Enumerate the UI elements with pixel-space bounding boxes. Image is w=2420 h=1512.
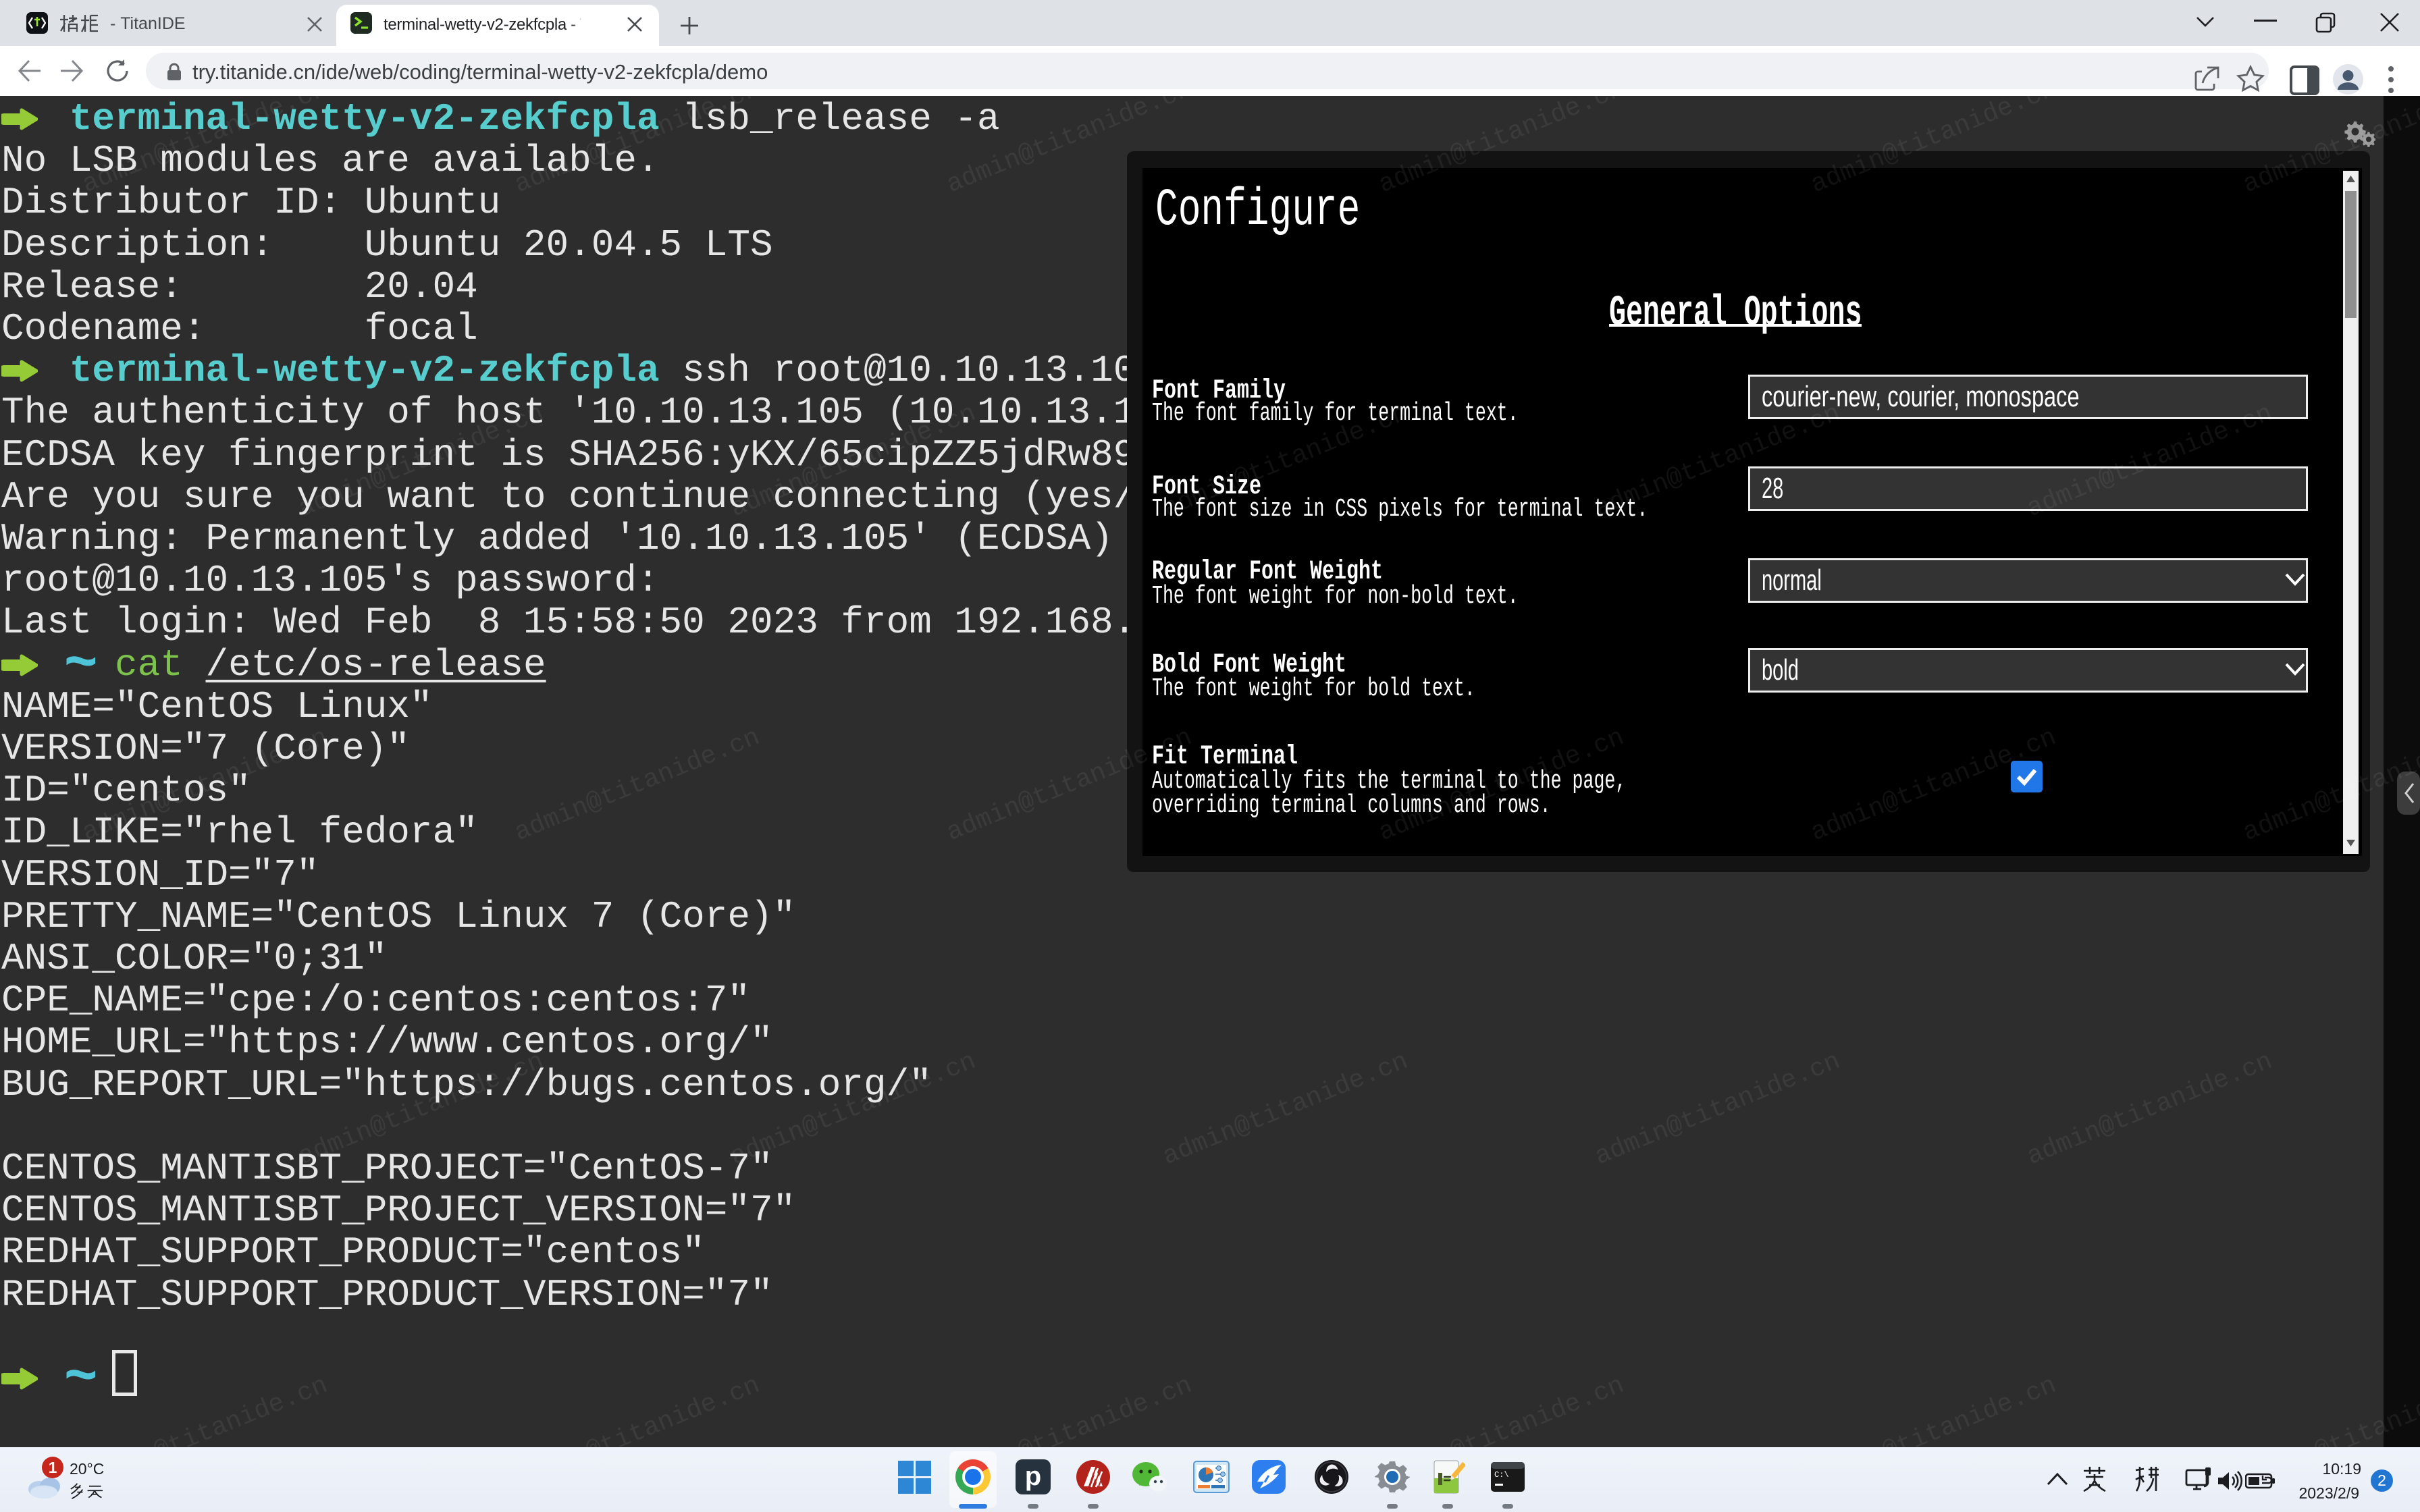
- svg-text:C:\: C:\: [1494, 1470, 1509, 1480]
